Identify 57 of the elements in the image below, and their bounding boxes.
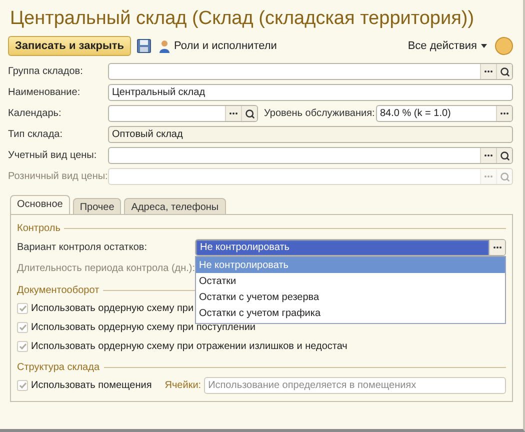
lookup-field[interactable]	[108, 147, 513, 164]
text-field[interactable]: Центральный склад	[108, 84, 513, 101]
group-title: Структура склада	[17, 362, 100, 372]
check-icon	[18, 305, 26, 312]
ellipsis-icon	[484, 70, 493, 73]
text-field[interactable]: Оптовый склад	[108, 126, 513, 143]
ellipsis-icon	[493, 246, 502, 249]
field-label: Уровень обслуживания:	[264, 108, 376, 119]
check-icon	[18, 324, 26, 331]
group-title: Контроль	[17, 222, 60, 234]
check-icon	[18, 343, 26, 350]
tab[interactable]: Адреса, телефоны	[124, 198, 226, 215]
checkbox-label: Использовать ордерную схему при отражении излишков и недостач	[31, 341, 348, 352]
lookup-field[interactable]	[108, 105, 258, 122]
search-icon	[500, 172, 510, 182]
choice-button[interactable]	[496, 106, 512, 121]
field-label: Группа складов:	[8, 66, 84, 77]
search-button[interactable]	[241, 106, 257, 121]
field-label: Наименование:	[8, 87, 82, 98]
roles-button[interactable]: Роли и исполнители	[157, 40, 279, 52]
caret-icon	[481, 44, 487, 48]
checkbox-label: Использовать ордерную схему при поступлении	[31, 322, 256, 333]
field-label: Календарь:	[8, 108, 62, 119]
field-label: Учетный вид цены:	[8, 150, 98, 161]
checkbox-label: Использовать ордерную схему при	[31, 303, 194, 314]
field-label: Ячейки:	[164, 380, 202, 391]
choice-button[interactable]	[225, 106, 241, 121]
ellipsis-icon	[484, 154, 493, 157]
save-close-button[interactable]: Записать и закрыть	[8, 36, 132, 56]
search-icon	[500, 66, 510, 76]
lookup-field[interactable]	[108, 63, 513, 80]
ellipsis-icon	[484, 175, 493, 178]
save-icon[interactable]	[137, 39, 152, 53]
window-title: Центральный склад (Склад (складская территория))	[9, 7, 476, 31]
tab[interactable]: Прочее	[72, 198, 122, 215]
search-icon	[244, 108, 254, 118]
choice-button[interactable]	[480, 64, 496, 79]
select-field[interactable]: 84.0 % (k = 1.0)	[376, 105, 513, 122]
ellipsis-icon	[229, 112, 238, 115]
field-label: Тип склада:	[8, 129, 64, 140]
search-icon	[500, 150, 510, 160]
search-button[interactable]	[496, 64, 512, 79]
checkbox-label: Использовать помещения	[31, 380, 152, 391]
field-label: Вариант контроля остатков:	[17, 242, 148, 253]
field-label: Длительность периода контрола (дн.):	[17, 263, 193, 274]
tab[interactable]: Основное	[10, 195, 70, 215]
search-button[interactable]	[496, 148, 512, 163]
choice-button[interactable]	[480, 148, 496, 163]
cells-field[interactable]: Использование определяется в помещениях	[204, 377, 506, 394]
check-icon	[18, 382, 26, 389]
field-label: Розничный вид цены:	[8, 171, 108, 182]
ellipsis-icon	[500, 112, 509, 115]
all-actions-menu[interactable]: Все действия	[406, 40, 489, 52]
select-field[interactable]: Не контролировать	[195, 239, 506, 256]
group-title: Документооборот	[17, 284, 100, 296]
choice-button[interactable]	[489, 240, 505, 255]
person-icon	[159, 40, 170, 52]
